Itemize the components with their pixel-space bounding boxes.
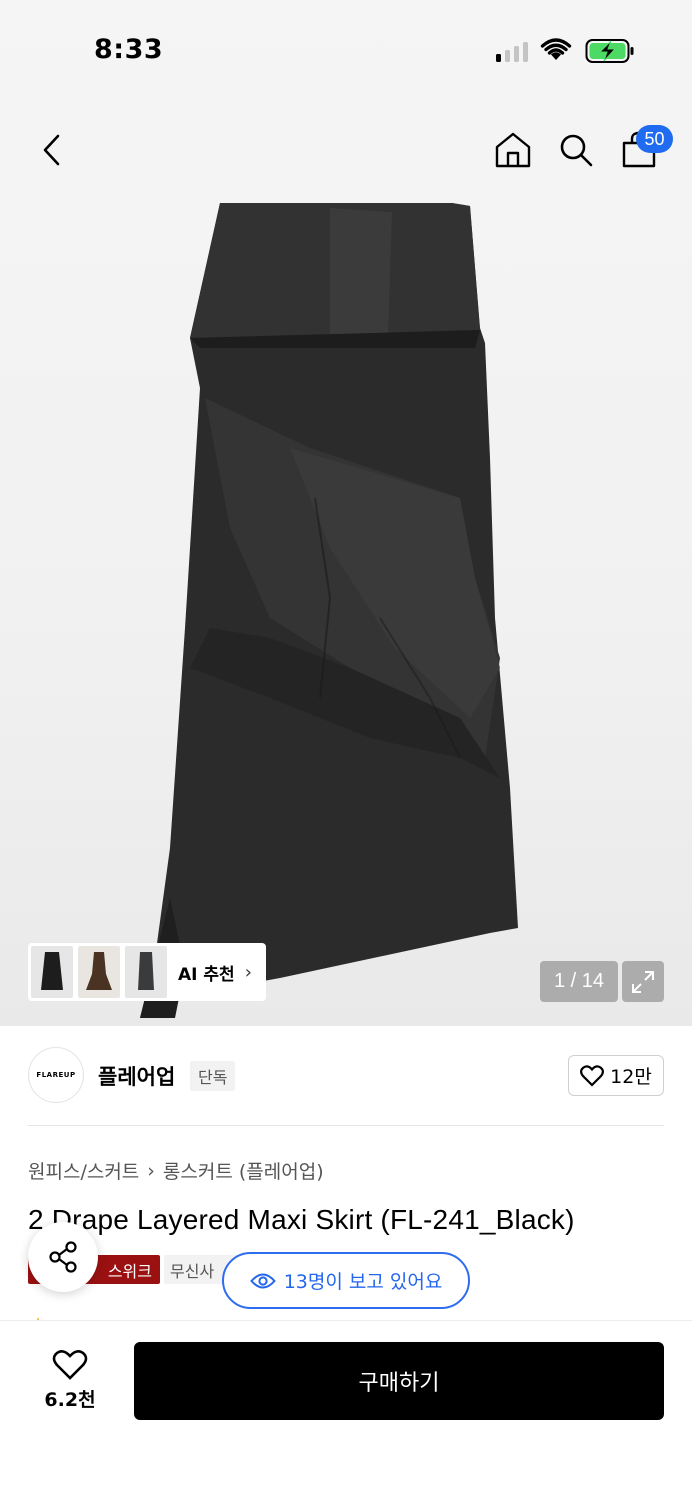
recommendation-thumbnail[interactable] xyxy=(125,946,167,998)
product-image-skirt xyxy=(140,203,518,1018)
brand-name[interactable]: 플레어업 xyxy=(98,1061,175,1091)
status-bar: 8:33 xyxy=(0,0,692,100)
wishlist-count: 6.2천 xyxy=(44,1389,96,1411)
ai-recommendation-label: AI 추천 xyxy=(178,964,235,985)
cellular-signal-icon xyxy=(496,40,528,62)
breadcrumb-category[interactable]: 원피스/스커트 xyxy=(28,1157,139,1184)
home-button[interactable] xyxy=(490,126,536,174)
expand-image-button[interactable] xyxy=(622,961,664,1002)
search-button[interactable] xyxy=(553,126,599,174)
cart-count-badge: 50 xyxy=(636,125,673,153)
expand-icon xyxy=(632,970,654,993)
heart-icon xyxy=(580,1064,605,1087)
home-icon xyxy=(495,132,531,168)
status-time: 8:33 xyxy=(94,34,164,65)
search-icon xyxy=(560,134,593,167)
viewers-indicator: 13명이 보고 있어요 xyxy=(222,1252,470,1309)
brand-row: FLAREUP 플레어업 단독 12만 xyxy=(28,1047,664,1103)
wishlist-button[interactable]: 6.2천 xyxy=(30,1349,110,1419)
breadcrumb-subcategory[interactable]: 롱스커트 (플레어업) xyxy=(163,1157,324,1184)
battery-charging-icon xyxy=(585,39,634,63)
chevron-right-icon: › xyxy=(244,961,252,983)
recommendation-thumbnail[interactable] xyxy=(78,946,120,998)
chevron-right-icon: › xyxy=(147,1159,155,1182)
share-icon xyxy=(49,1241,77,1273)
product-title: 2 Drape Layered Maxi Skirt (FL-241_Black… xyxy=(28,1204,575,1235)
brand-logo[interactable]: FLAREUP xyxy=(28,1047,84,1103)
exclusive-badge: 단독 xyxy=(190,1061,236,1091)
wifi-icon xyxy=(540,38,572,60)
image-counter: 1 / 14 xyxy=(540,961,618,1002)
eye-icon xyxy=(249,1273,276,1288)
back-arrow-icon xyxy=(43,134,60,166)
bottom-action-bar: 6.2천 구매하기 xyxy=(0,1320,692,1500)
back-button[interactable] xyxy=(30,126,74,174)
share-button[interactable] xyxy=(28,1222,98,1292)
brand-like-count: 12만 xyxy=(610,1066,652,1088)
buy-button[interactable]: 구매하기 xyxy=(134,1342,664,1420)
recommendation-thumbnail[interactable] xyxy=(31,946,73,998)
ai-recommendation-card[interactable]: AI 추천 › xyxy=(28,943,266,1001)
heart-icon xyxy=(52,1350,88,1380)
divider xyxy=(28,1125,664,1126)
breadcrumb: 원피스/스커트 › 롱스커트 (플레어업) xyxy=(28,1157,324,1184)
brand-like-button[interactable]: 12만 xyxy=(568,1055,664,1096)
viewers-text: 13명이 보고 있어요 xyxy=(283,1271,443,1293)
